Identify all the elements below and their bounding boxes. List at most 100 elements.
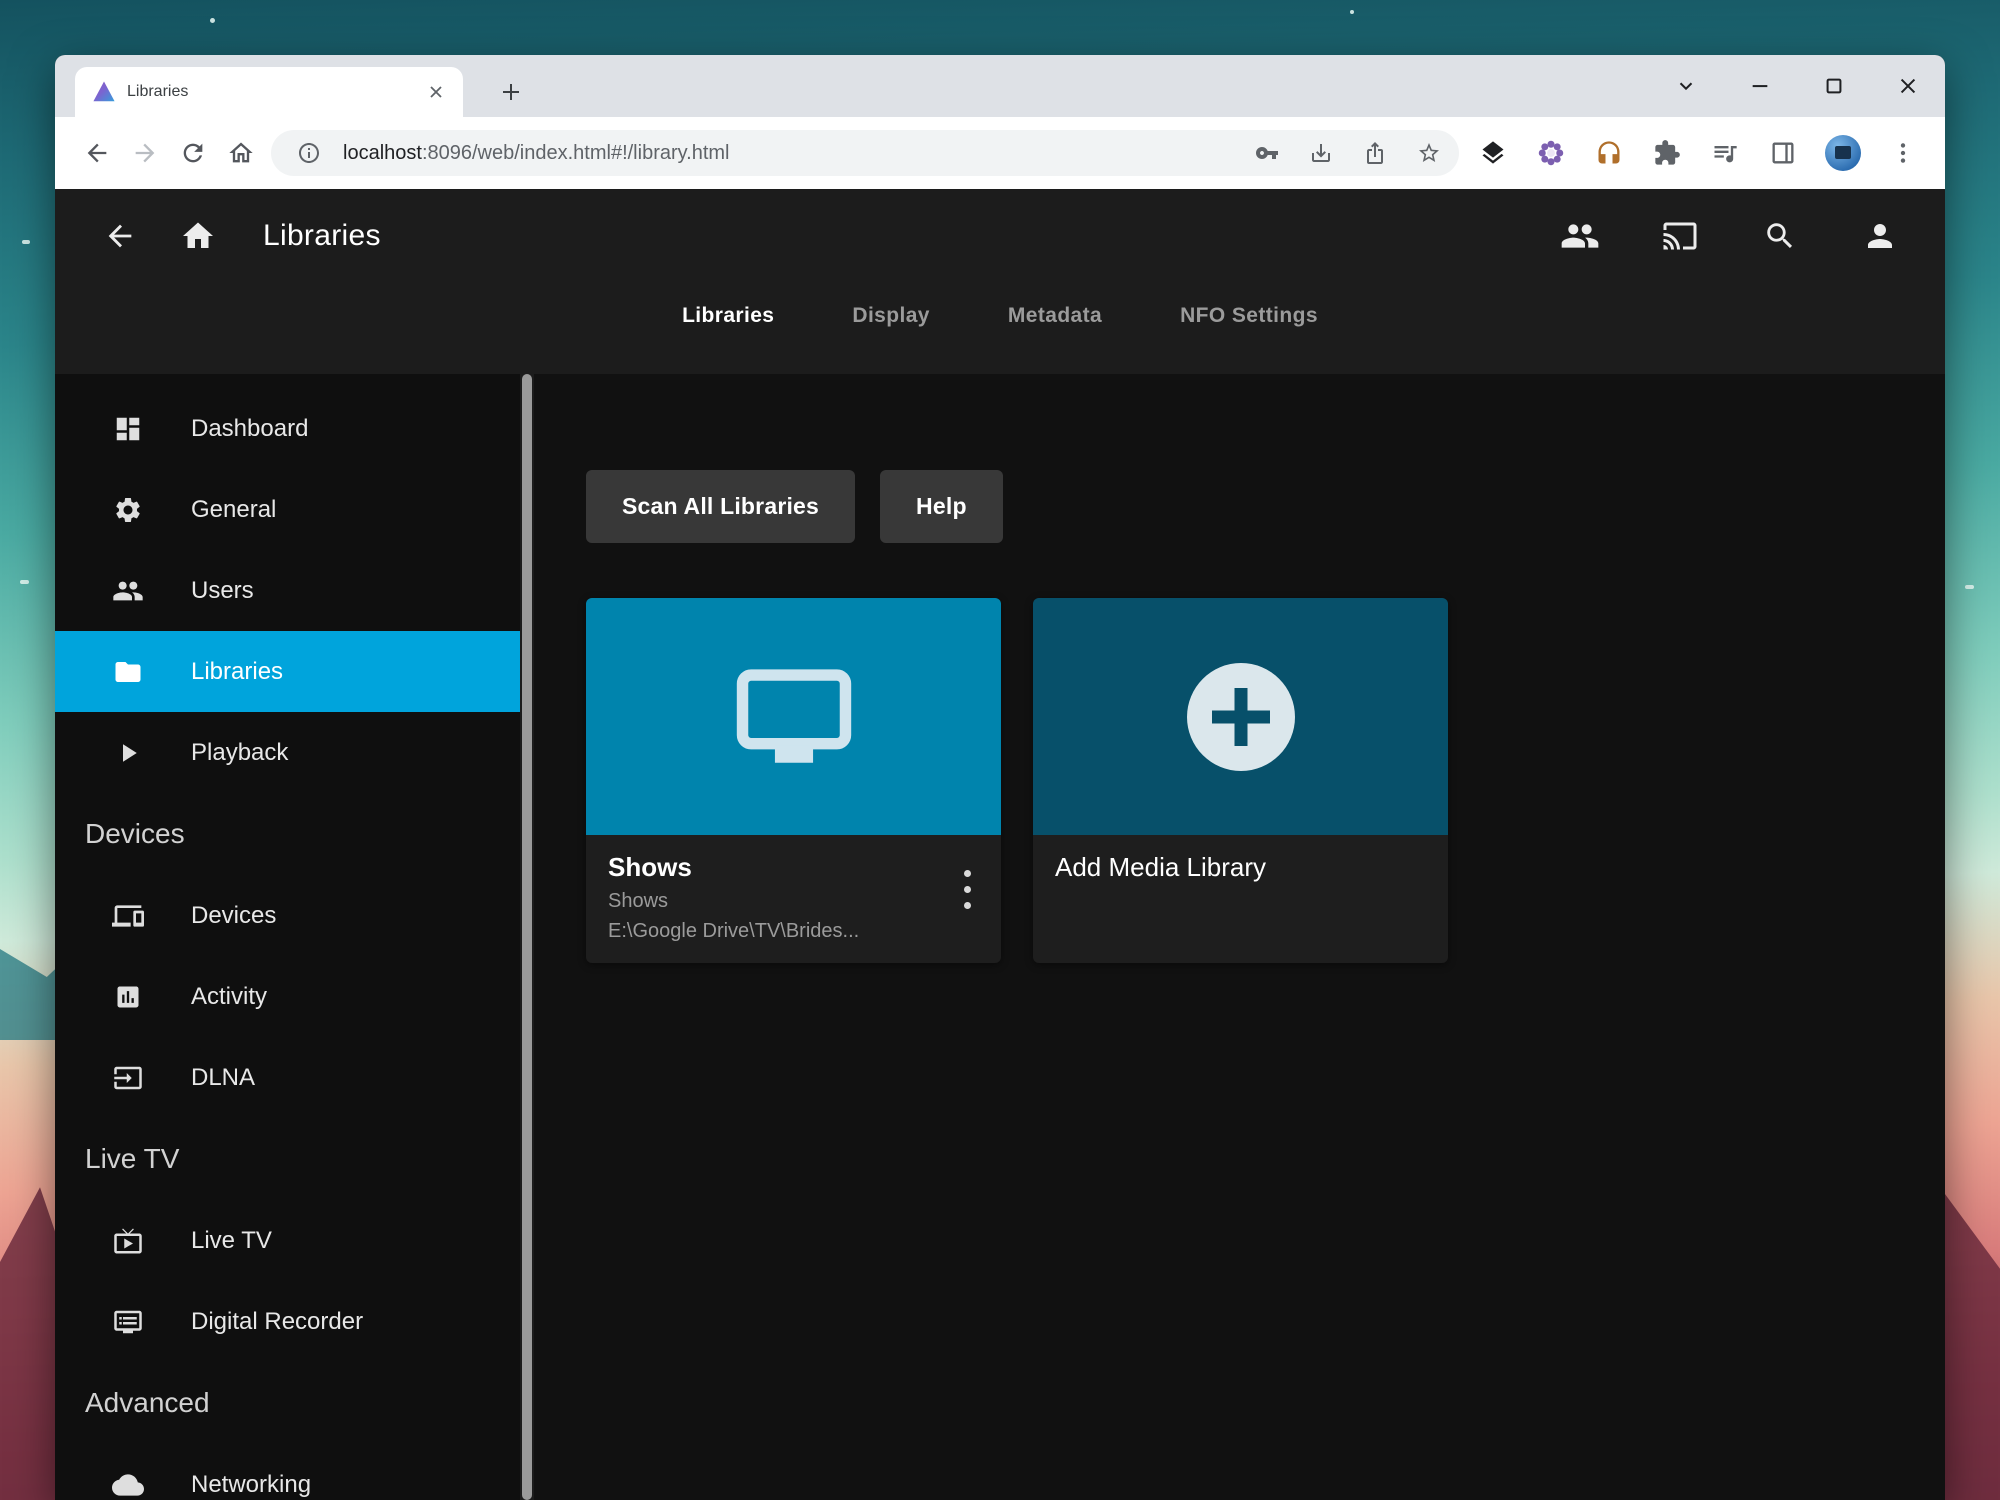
sidebar-item-label: Activity (191, 983, 267, 1011)
window-controls (1675, 55, 1919, 117)
close-window-button[interactable] (1897, 75, 1919, 97)
desktop: { "window_controls": { "icons": ["tab-se… (0, 0, 2000, 1500)
sidebar-item-label: Libraries (191, 658, 283, 686)
sidebar-section-live-tv: Live TV (55, 1118, 520, 1200)
sidebar-section-advanced: Advanced (55, 1362, 520, 1444)
back-arrow-icon[interactable] (97, 213, 143, 259)
users-group-icon[interactable] (1557, 213, 1603, 259)
back-button[interactable] (73, 129, 121, 177)
bookmark-star-icon[interactable] (1409, 133, 1449, 173)
library-card-info: Shows Shows E:\Google Drive\TV\Brides... (586, 835, 1001, 963)
library-card-image[interactable] (586, 598, 1001, 835)
header-actions (1557, 213, 1903, 259)
sidebar-item-dashboard[interactable]: Dashboard (55, 388, 520, 469)
input-icon (111, 1061, 145, 1095)
add-card-title: Add Media Library (1055, 852, 1426, 883)
dashboard-icon (111, 412, 145, 446)
library-menu-kebab-icon[interactable] (947, 859, 987, 919)
sidebar-scrollbar-thumb[interactable] (522, 374, 532, 1500)
app-header: Libraries (55, 189, 1945, 282)
tab-close-icon[interactable] (423, 79, 449, 105)
actions-row: Scan All Libraries Help (586, 470, 1945, 543)
scan-all-libraries-button[interactable]: Scan All Libraries (586, 470, 855, 543)
wallpaper-star (22, 240, 30, 244)
sidebar-item-label: Users (191, 577, 254, 605)
forward-button[interactable] (121, 129, 169, 177)
info-icon[interactable] (289, 133, 329, 173)
sidebar-item-general[interactable]: General (55, 469, 520, 550)
extensions-area (1469, 135, 1927, 171)
sidebar-item-networking[interactable]: Networking (55, 1444, 520, 1500)
url-text[interactable]: localhost:8096/web/index.html#!/library.… (343, 142, 1233, 165)
sidebar-item-playback[interactable]: Playback (55, 712, 520, 793)
sidebar-item-label: Live TV (191, 1227, 272, 1255)
browser-window: Libraries (55, 55, 1945, 1500)
browser-menu-kebab-icon[interactable] (1887, 137, 1919, 169)
library-card-shows: Shows Shows E:\Google Drive\TV\Brides... (586, 598, 1001, 963)
sidebar-item-label: General (191, 496, 276, 524)
users-icon (111, 574, 145, 608)
url-host: localhost (343, 142, 422, 164)
playlist-extension-icon[interactable] (1709, 137, 1741, 169)
plus-circle-icon (1187, 663, 1295, 771)
tab-title: Libraries (127, 83, 411, 101)
wallpaper-star (20, 580, 29, 584)
add-card-image[interactable] (1033, 598, 1448, 835)
sidebar-item-digital-recorder[interactable]: Digital Recorder (55, 1281, 520, 1362)
reload-button[interactable] (169, 129, 217, 177)
address-bar[interactable]: localhost:8096/web/index.html#!/library.… (271, 130, 1459, 176)
sidebar-scrollbar[interactable] (520, 374, 534, 1500)
play-icon (111, 736, 145, 770)
minimize-button[interactable] (1749, 75, 1771, 97)
search-icon[interactable] (1757, 213, 1803, 259)
headphones-extension-icon[interactable] (1593, 137, 1625, 169)
wallpaper-star (210, 18, 215, 23)
sidebar-item-label: Dashboard (191, 415, 308, 443)
wallpaper-star (1965, 585, 1974, 589)
add-card-info: Add Media Library (1033, 835, 1448, 959)
person-icon[interactable] (1857, 213, 1903, 259)
gear-icon (111, 493, 145, 527)
sidebar-item-label: Networking (191, 1471, 311, 1499)
browser-tab[interactable]: Libraries (75, 67, 463, 117)
share-icon[interactable] (1355, 133, 1395, 173)
sidebar-item-label: Devices (191, 902, 276, 930)
activity-chart-icon (111, 980, 145, 1014)
page-title: Libraries (263, 219, 381, 253)
tab-search-chevron-icon[interactable] (1675, 75, 1697, 97)
layers-extension-icon[interactable] (1477, 137, 1509, 169)
library-path: E:\Google Drive\TV\Brides... (608, 920, 979, 943)
tab-nfo-settings[interactable]: NFO Settings (1180, 304, 1318, 328)
sidebar-item-devices[interactable]: Devices (55, 875, 520, 956)
sidebar-item-activity[interactable]: Activity (55, 956, 520, 1037)
new-tab-button[interactable] (491, 72, 531, 112)
cast-icon[interactable] (1657, 213, 1703, 259)
install-icon[interactable] (1301, 133, 1341, 173)
home-button[interactable] (217, 129, 265, 177)
app-body: Dashboard General Users (55, 374, 1945, 1500)
tab-libraries[interactable]: Libraries (682, 304, 774, 328)
home-icon[interactable] (175, 213, 221, 259)
tab-display[interactable]: Display (852, 304, 930, 328)
side-panel-icon[interactable] (1767, 137, 1799, 169)
sidebar-item-label: Playback (191, 739, 288, 767)
sidebar-section-devices: Devices (55, 793, 520, 875)
devices-icon (111, 899, 145, 933)
sidebar-item-libraries[interactable]: Libraries (55, 631, 520, 712)
sidebar-item-label: DLNA (191, 1064, 255, 1092)
jellyfin-favicon-icon (93, 81, 115, 103)
sidebar-item-users[interactable]: Users (55, 550, 520, 631)
tab-metadata[interactable]: Metadata (1008, 304, 1102, 328)
maximize-button[interactable] (1823, 75, 1845, 97)
add-media-library-card[interactable]: Add Media Library (1033, 598, 1448, 963)
profile-avatar[interactable] (1825, 135, 1861, 171)
password-key-icon[interactable] (1247, 133, 1287, 173)
flower-extension-icon[interactable] (1535, 137, 1567, 169)
puzzle-extensions-icon[interactable] (1651, 137, 1683, 169)
browser-toolbar: localhost:8096/web/index.html#!/library.… (55, 117, 1945, 189)
help-button[interactable]: Help (880, 470, 1003, 543)
folder-icon (111, 655, 145, 689)
sidebar-item-live-tv[interactable]: Live TV (55, 1200, 520, 1281)
url-path: :8096/web/index.html#!/library.html (422, 142, 730, 164)
sidebar-item-dlna[interactable]: DLNA (55, 1037, 520, 1118)
